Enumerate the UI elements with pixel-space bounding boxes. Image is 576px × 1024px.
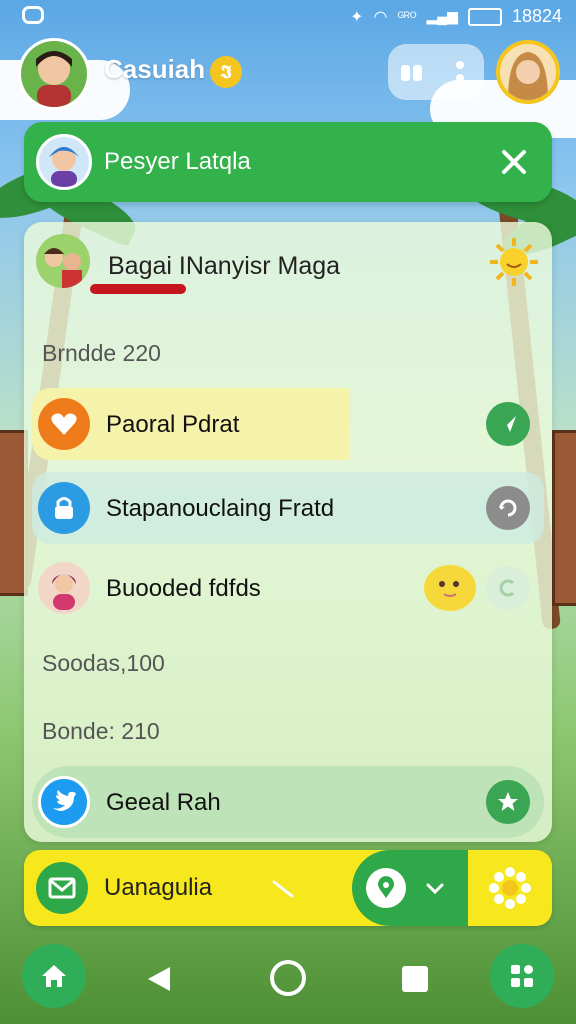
apps-grid-icon[interactable] bbox=[490, 944, 554, 1008]
more-vert-icon[interactable] bbox=[442, 54, 478, 90]
banner-label: Pesyer Latqla bbox=[104, 148, 251, 175]
mail-icon[interactable] bbox=[36, 862, 88, 914]
vibrate-icon: ✦ bbox=[350, 8, 364, 26]
header-actions bbox=[388, 44, 484, 100]
edit-stroke-icon[interactable] bbox=[270, 880, 296, 898]
back-icon[interactable] bbox=[144, 964, 174, 994]
status-bar: ✦ ◠ ᴳᴿᴼ ▂▄▆ 18824 bbox=[0, 0, 576, 36]
heart-icon bbox=[38, 398, 90, 450]
group-avatar[interactable] bbox=[36, 234, 90, 288]
star-icon[interactable] bbox=[486, 780, 530, 824]
close-icon[interactable] bbox=[492, 140, 536, 184]
profile-title: Casuiah bbox=[104, 54, 206, 84]
list-item-label: Paoral Pdrat bbox=[106, 411, 240, 438]
sun-sticker-icon[interactable] bbox=[488, 236, 540, 288]
notification-icon bbox=[22, 6, 44, 24]
section-label-1: Brndde 220 bbox=[42, 340, 161, 366]
list-item-label: Stapanouclaing Fratd bbox=[106, 495, 335, 522]
wifi-icon: ◠ bbox=[373, 8, 388, 26]
chevron-down-icon[interactable] bbox=[422, 876, 448, 902]
status-time: 18824 bbox=[511, 6, 562, 26]
list-item[interactable]: Buooded fdfds bbox=[32, 552, 544, 624]
list-item[interactable]: Paoral Pdrat bbox=[32, 388, 544, 460]
notification-banner[interactable]: Pesyer Latqla bbox=[24, 122, 552, 202]
list-item[interactable]: Stapanouclaing Fratd bbox=[32, 472, 544, 544]
banner-avatar bbox=[36, 134, 92, 190]
contact-avatar[interactable] bbox=[496, 40, 560, 104]
action-label: Uanagulia bbox=[104, 874, 213, 901]
location-pin-icon[interactable] bbox=[366, 868, 406, 908]
coin-badge-icon[interactable]: 𝕴 bbox=[210, 56, 242, 88]
section-label-2: Soodas,100 bbox=[42, 650, 165, 676]
list-item-label: Buooded fdfds bbox=[106, 575, 261, 602]
card-title: Bagai INanyisr Maga bbox=[108, 252, 341, 280]
list-item-label: Geeal Rah bbox=[106, 789, 221, 816]
twitter-bird-icon bbox=[38, 776, 90, 828]
featured-list-item[interactable]: Geeal Rah bbox=[32, 766, 544, 838]
action-green-pill bbox=[352, 850, 468, 926]
user-avatar[interactable] bbox=[18, 38, 90, 110]
action-bar: Uanagulia bbox=[24, 850, 552, 926]
home-icon[interactable] bbox=[22, 944, 86, 1008]
section-label-3: Bonde: 210 bbox=[42, 718, 160, 744]
carrier-label: ᴳᴿᴼ bbox=[397, 9, 417, 24]
chick-sticker-icon[interactable] bbox=[422, 562, 478, 614]
person-avatar bbox=[38, 562, 90, 614]
lock-icon bbox=[38, 482, 90, 534]
main-card: Bagai INanyisr Maga Brndde 220 Paoral Pd… bbox=[24, 222, 552, 842]
signal-icon: ▂▄▆ bbox=[426, 8, 458, 24]
grid-icon[interactable] bbox=[394, 54, 430, 90]
send-icon[interactable] bbox=[486, 402, 530, 446]
home-circle-icon[interactable] bbox=[270, 960, 306, 996]
settings-gear-icon[interactable] bbox=[488, 866, 532, 910]
chat-icon[interactable] bbox=[486, 566, 530, 610]
title-underline bbox=[90, 284, 186, 294]
battery-icon bbox=[467, 7, 502, 26]
recents-icon[interactable] bbox=[402, 966, 428, 992]
refresh-icon[interactable] bbox=[486, 486, 530, 530]
